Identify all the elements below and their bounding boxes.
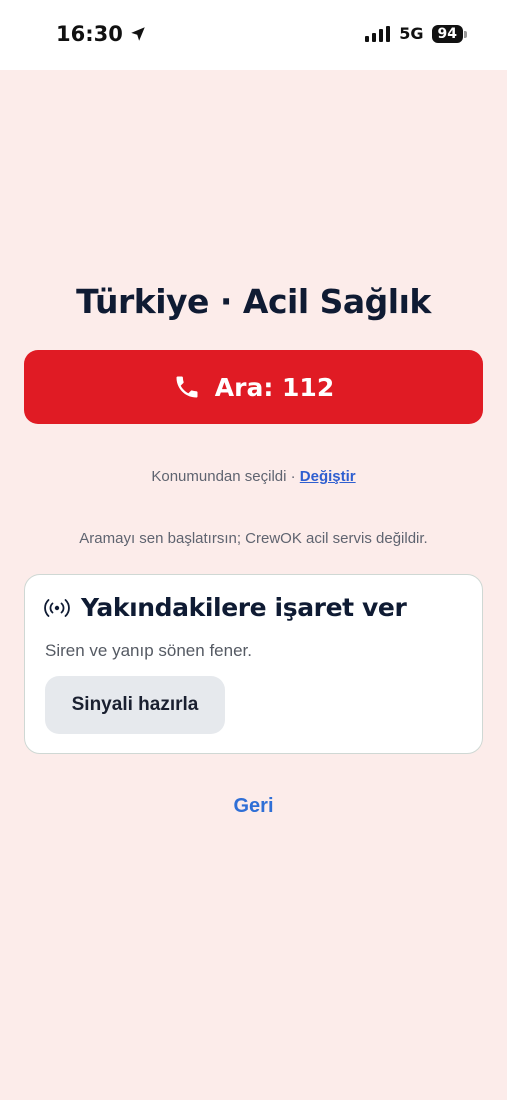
phone-icon bbox=[176, 376, 198, 398]
status-indicators: 5G 94 bbox=[365, 24, 468, 43]
call-emergency-button[interactable]: Ara: 112 bbox=[24, 350, 483, 424]
call-button-label: Ara: 112 bbox=[214, 372, 335, 402]
signal-card: Yakındakilere işaret ver Siren ve yanıp … bbox=[24, 574, 483, 754]
location-arrow-icon bbox=[131, 27, 145, 41]
page-title: Türkiye · Acil Sağlık bbox=[76, 282, 431, 321]
status-time-group: 16:30 bbox=[56, 22, 147, 46]
broadcast-icon bbox=[44, 598, 70, 617]
network-type: 5G bbox=[399, 24, 424, 43]
status-bar: 16:30 5G 94 bbox=[0, 0, 507, 70]
signal-card-title: Yakındakilere işaret ver bbox=[81, 593, 407, 622]
location-info: Konumundan seçildi · Değiştir bbox=[0, 468, 507, 485]
signal-card-header: Yakındakilere işaret ver bbox=[43, 593, 407, 622]
prepare-signal-button[interactable]: Sinyali hazırla bbox=[45, 676, 225, 734]
cellular-signal-icon bbox=[365, 25, 391, 42]
status-time: 16:30 bbox=[56, 22, 123, 46]
battery-level: 94 bbox=[431, 24, 468, 43]
disclaimer-text: Aramayı sen başlatırsın; CrewOK acil ser… bbox=[79, 530, 428, 547]
change-location-link[interactable]: Değiştir bbox=[300, 468, 356, 485]
signal-card-subtitle: Siren ve yanıp sönen fener. bbox=[45, 641, 252, 660]
location-text: Konumundan seçildi · bbox=[151, 468, 300, 485]
back-button[interactable]: Geri bbox=[0, 795, 507, 818]
